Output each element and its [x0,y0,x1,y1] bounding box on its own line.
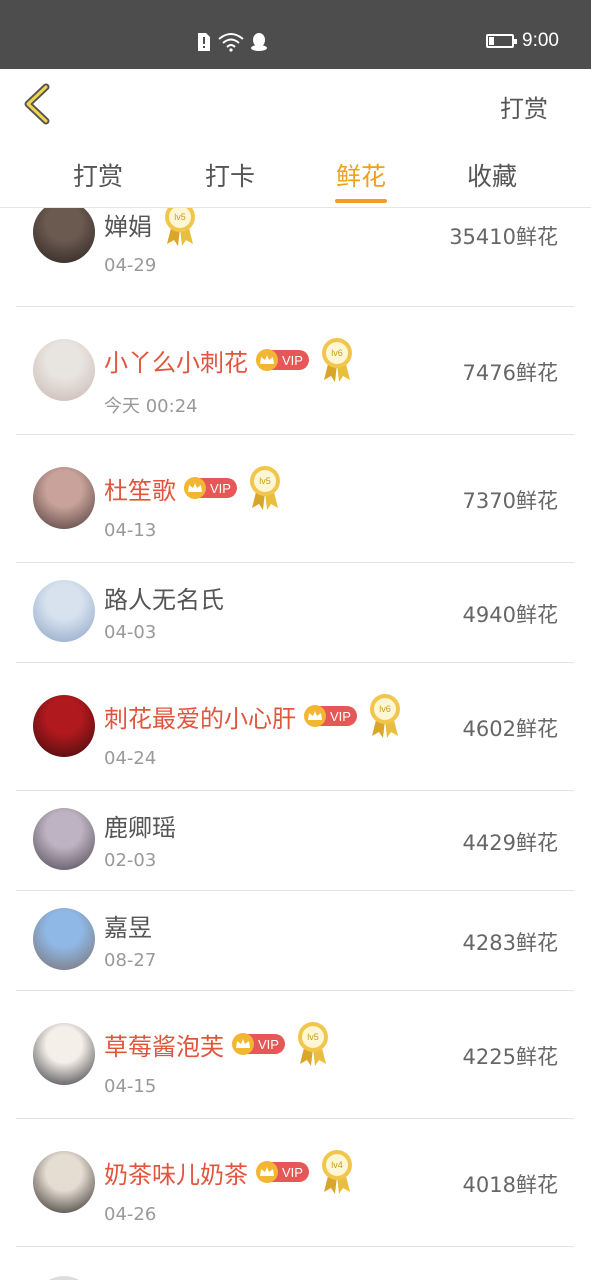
vip-badge: VIP [256,349,309,371]
crown-icon [256,1161,278,1183]
flower-count: 7476鲜花 [462,361,558,385]
flower-count: 35410鲜花 [449,225,558,249]
date-label: 08-27 [104,950,157,971]
tab-reward[interactable]: 打赏 [58,157,138,193]
avatar[interactable] [33,1276,95,1280]
crown-icon [304,705,326,727]
user-name[interactable]: 嘉昱 [104,908,152,943]
flower-count: 4018鲜花 [462,1173,558,1197]
tab-bar: 打赏 打卡 鲜花 收藏 [0,139,591,208]
list-item[interactable]: 刺花最爱的小心肝 VIP lv6 04-24 4602鲜花 [16,662,574,791]
avatar[interactable] [33,695,95,757]
list-item[interactable]: 奶茶味儿奶茶 VIP lv4 04-26 4018鲜花 [16,1118,574,1247]
level-label: lv5 [259,476,271,486]
chevron-left-icon [24,83,50,125]
back-button[interactable] [18,81,62,127]
tab-checkin[interactable]: 打卡 [190,157,270,193]
top-bar: 打赏 [0,69,591,139]
list-item[interactable]: 小丫么小刺花 VIP lv6 今天 00:24 7476鲜花 [16,306,574,435]
date-label: 04-15 [104,1076,157,1097]
date-label: 02-03 [104,850,157,871]
crown-icon [232,1033,254,1055]
avatar[interactable] [33,580,95,642]
qq-icon [251,33,267,51]
wifi-icon [218,33,244,52]
list-item[interactable] [16,1246,574,1280]
user-name[interactable]: 奶茶味儿奶茶 [104,1155,248,1190]
level-label: lv5 [174,212,186,222]
crown-icon [256,349,278,371]
reward-button[interactable]: 打赏 [500,89,548,124]
vip-label: VIP [282,1164,303,1180]
battery-icon [486,34,518,48]
date-label: 04-29 [104,255,157,276]
date-label: 04-24 [104,748,157,769]
crown-icon [184,477,206,499]
status-icons [196,32,268,52]
list-item[interactable]: 杜笙歌 VIP lv5 04-13 7370鲜花 [16,434,574,563]
level-label: lv5 [307,1032,319,1042]
list-item[interactable]: 路人无名氏 04-03 4940鲜花 [16,562,574,663]
level-label: lv6 [331,348,343,358]
tab-flowers[interactable]: 鲜花 [321,157,401,193]
user-name[interactable]: 杜笙歌 [104,471,176,506]
level-label: lv6 [379,704,391,714]
flower-count: 4602鲜花 [462,717,558,741]
user-name[interactable]: 路人无名氏 [104,580,224,615]
avatar[interactable] [33,339,95,401]
tab-favorites[interactable]: 收藏 [452,157,532,193]
vip-badge: VIP [232,1033,285,1055]
user-name[interactable]: 鹿卿瑶 [104,808,176,843]
level-medal-icon: lv4 [321,1150,352,1194]
level-medal-icon: lv5 [249,466,280,510]
avatar[interactable] [33,1151,95,1213]
vip-label: VIP [258,1036,279,1052]
avatar[interactable] [33,208,95,263]
list-item[interactable]: 嘉昱 08-27 4283鲜花 [16,890,574,991]
avatar[interactable] [33,467,95,529]
level-medal-icon: lv5 [165,208,195,246]
user-name[interactable]: 小丫么小刺花 [104,343,248,378]
date-label: 今天 00:24 [104,396,198,417]
vip-badge: VIP [304,705,357,727]
user-name[interactable]: 婵娟 [104,208,152,242]
vip-badge: VIP [256,1161,309,1183]
flower-count: 4283鲜花 [462,931,558,955]
user-name[interactable]: 草莓酱泡芙 [104,1027,224,1062]
avatar[interactable] [33,908,95,970]
date-label: 04-13 [104,520,157,541]
vip-label: VIP [330,708,351,724]
level-medal-icon: lv6 [321,338,352,382]
list-item[interactable]: 婵娟 lv5 04-29 35410鲜花 [16,208,574,307]
flower-count: 4940鲜花 [462,603,558,627]
level-label: lv4 [331,1160,343,1170]
list-item[interactable]: 鹿卿瑶 02-03 4429鲜花 [16,790,574,891]
active-tab-indicator [335,199,387,203]
flower-ranking-list: 婵娟 lv5 04-29 35410鲜花小丫么小刺花 VIP lv6 今天 00:24 747… [0,208,591,1280]
level-medal-icon: lv6 [369,694,400,738]
date-label: 04-26 [104,1204,157,1225]
vip-label: VIP [282,352,303,368]
flower-count: 4429鲜花 [462,831,558,855]
sim-alert-icon [198,33,210,51]
flower-count: 4225鲜花 [462,1045,558,1069]
level-medal-icon: lv5 [297,1022,328,1066]
vip-badge: VIP [184,477,237,499]
avatar[interactable] [33,808,95,870]
list-item[interactable]: 草莓酱泡芙 VIP lv5 04-15 4225鲜花 [16,990,574,1119]
vip-label: VIP [210,480,231,496]
status-bar: 9:00 [0,0,591,69]
date-label: 04-03 [104,622,157,643]
avatar[interactable] [33,1023,95,1085]
user-name[interactable]: 刺花最爱的小心肝 [104,699,296,734]
flower-count: 7370鲜花 [462,489,558,513]
status-time: 9:00 [522,30,559,51]
